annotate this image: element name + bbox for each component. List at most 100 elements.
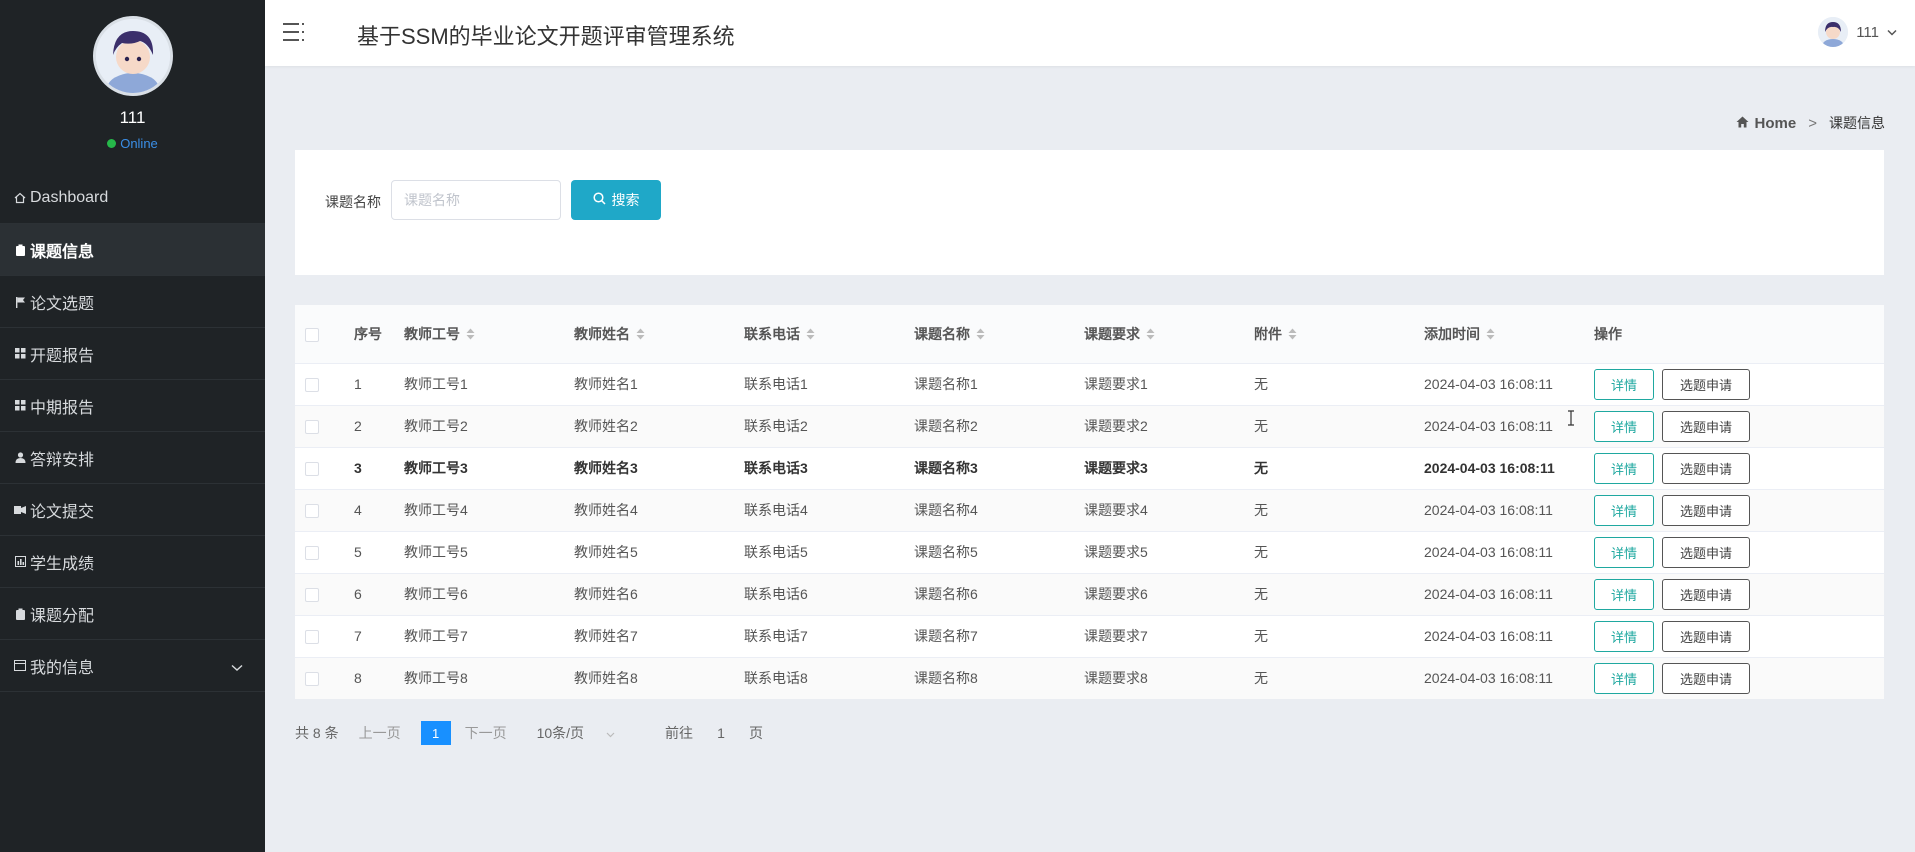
apply-topic-button[interactable]: 选题申请: [1662, 368, 1750, 400]
header-username: 111: [1856, 23, 1879, 41]
sidebar-item-proposal-report[interactable]: 开题报告: [0, 328, 265, 380]
select-all-checkbox[interactable]: [305, 327, 319, 342]
pagination-total: 共 8 条: [295, 725, 339, 741]
header-phone[interactable]: 联系电话: [744, 305, 914, 363]
row-checkbox[interactable]: [305, 462, 319, 477]
cell-index: 7: [354, 628, 362, 644]
cell-actions: 详情 选题申请: [1594, 531, 1884, 573]
cell-teacher-id: 教师工号2: [404, 418, 468, 434]
cell-teacher-id: 教师工号8: [404, 670, 468, 687]
cell-attachment: 无: [1254, 544, 1268, 560]
profile-avatar[interactable]: [92, 16, 173, 96]
sidebar-item-student-scores[interactable]: 学生成绩: [0, 536, 265, 588]
cell-teacher-id: 教师工号4: [404, 502, 468, 518]
row-checkbox[interactable]: [305, 546, 319, 561]
chart-icon: [14, 556, 26, 568]
table-row: 8 教师工号8 教师姓名8 联系电话8 课题名称8 课题要求8 无 2024-04-03 16…: [295, 657, 1884, 699]
header-avatar: [1818, 17, 1849, 47]
menu-toggle-icon[interactable]: [282, 20, 308, 44]
header-attachment[interactable]: 附件: [1254, 305, 1424, 363]
flag-icon: [14, 296, 26, 308]
apply-topic-button[interactable]: 选题申请: [1662, 536, 1750, 568]
sidebar-item-thesis-topic[interactable]: 论文选题: [0, 276, 265, 328]
header-phone-label: 联系电话: [744, 325, 800, 342]
sidebar-item-dashboard[interactable]: Dashboard: [0, 172, 265, 224]
sort-icon[interactable]: [976, 327, 985, 343]
table-header-row: 序号 教师工号 教师姓名 联系电话 课题名称 课题要求 附件 添加时间 操作: [295, 305, 1884, 363]
header-added-time[interactable]: 添加时间: [1424, 305, 1594, 363]
apply-topic-button[interactable]: 选题申请: [1662, 452, 1750, 484]
cell-teacher-name: 教师姓名2: [574, 418, 638, 434]
cell-attachment: 无: [1254, 586, 1268, 602]
page-size-select[interactable]: 10条/页: [537, 723, 615, 743]
pagination-page-1[interactable]: 1: [420, 721, 451, 745]
header-topic-req[interactable]: 课题要求: [1084, 305, 1254, 363]
apply-topic-button[interactable]: 选题申请: [1662, 620, 1750, 652]
detail-button[interactable]: 详情: [1594, 662, 1654, 694]
cell-attachment: 无: [1254, 670, 1268, 687]
row-select-cell: [295, 405, 354, 447]
header-topic-name-label: 课题名称: [914, 325, 970, 342]
cell-actions: 详情 选题申请: [1594, 447, 1884, 489]
row-checkbox[interactable]: [305, 630, 319, 645]
sidebar-item-topic-assignment[interactable]: 课题分配: [0, 588, 265, 640]
pagination-prev-button[interactable]: 上一页: [359, 723, 401, 743]
sidebar-item-label: 论文提交: [30, 503, 95, 521]
row-checkbox[interactable]: [305, 672, 319, 687]
row-checkbox[interactable]: [305, 420, 319, 435]
detail-button[interactable]: 详情: [1594, 620, 1654, 652]
sort-icon[interactable]: [806, 327, 815, 343]
detail-button[interactable]: 详情: [1594, 536, 1654, 568]
detail-button[interactable]: 详情: [1594, 368, 1654, 400]
top-header: 基于SSM的毕业论文开题评审管理系统 111: [265, 0, 1915, 66]
header-teacher-name[interactable]: 教师姓名: [574, 305, 744, 363]
topic-table-panel: 序号 教师工号 教师姓名 联系电话 课题名称 课题要求 附件 添加时间 操作 1…: [295, 305, 1884, 699]
row-select-cell: [295, 447, 354, 489]
row-checkbox[interactable]: [305, 588, 319, 603]
user-menu[interactable]: 111: [1818, 16, 1897, 48]
sort-icon[interactable]: [1486, 327, 1495, 343]
detail-button[interactable]: 详情: [1594, 410, 1654, 442]
apply-topic-button[interactable]: 选题申请: [1662, 662, 1750, 694]
header-topic-name[interactable]: 课题名称: [914, 305, 1084, 363]
cell-actions: 详情 选题申请: [1594, 489, 1884, 531]
cell-index: 2: [354, 418, 362, 434]
sidebar-item-defense-schedule[interactable]: 答辩安排: [0, 432, 265, 484]
row-checkbox[interactable]: [305, 504, 319, 519]
detail-button[interactable]: 详情: [1594, 578, 1654, 610]
search-button[interactable]: 搜索: [571, 180, 661, 220]
apply-topic-button[interactable]: 选题申请: [1662, 494, 1750, 526]
sidebar-item-midterm-report[interactable]: 中期报告: [0, 380, 265, 432]
detail-button[interactable]: 详情: [1594, 494, 1654, 526]
sidebar-item-label: 答辩安排: [30, 451, 95, 469]
sidebar: 111 Online Dashboard 课题信息 论文选题 开题报告 中期报告: [0, 0, 265, 852]
apply-topic-button[interactable]: 选题申请: [1662, 410, 1750, 442]
pagination-next-button[interactable]: 下一页: [465, 723, 507, 743]
chevron-down-icon: [1887, 23, 1897, 41]
sidebar-item-thesis-submit[interactable]: 论文提交: [0, 484, 265, 536]
header-teacher-id[interactable]: 教师工号: [404, 305, 574, 363]
cell-topic-req: 课题要求2: [1084, 418, 1148, 434]
sidebar-item-my-info[interactable]: 我的信息: [0, 640, 265, 692]
cell-index: 6: [354, 586, 362, 602]
sort-icon[interactable]: [1146, 327, 1155, 343]
cell-phone: 联系电话5: [744, 544, 808, 560]
detail-button[interactable]: 详情: [1594, 452, 1654, 484]
sort-icon[interactable]: [466, 327, 475, 343]
sort-icon[interactable]: [1288, 327, 1297, 343]
apply-topic-button[interactable]: 选题申请: [1662, 578, 1750, 610]
breadcrumb: Home > 课题信息: [1736, 113, 1885, 133]
goto-page-input[interactable]: 1: [711, 725, 731, 741]
cell-index: 5: [354, 544, 362, 560]
table-row: 1 教师工号1 教师姓名1 联系电话1 课题名称1 课题要求1 无 2024-04-03 16…: [295, 363, 1884, 405]
sort-icon[interactable]: [636, 327, 645, 343]
header-teacher-name-label: 教师姓名: [574, 325, 630, 342]
cell-teacher-id: 教师工号5: [404, 544, 468, 560]
search-input[interactable]: [391, 180, 561, 220]
breadcrumb-home[interactable]: Home: [1736, 115, 1796, 132]
cell-phone: 联系电话2: [744, 418, 808, 434]
row-select-cell: [295, 531, 354, 573]
sidebar-item-topic-info[interactable]: 课题信息: [0, 224, 265, 276]
table-body: 1 教师工号1 教师姓名1 联系电话1 课题名称1 课题要求1 无 2024-04-03 16…: [295, 363, 1884, 699]
row-checkbox[interactable]: [305, 378, 319, 393]
